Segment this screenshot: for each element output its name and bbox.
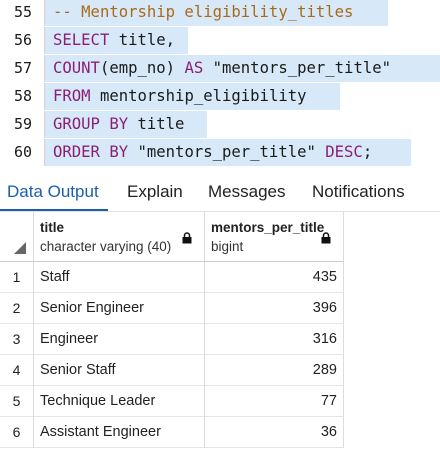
sql-comment: -- Mentorship eligibility_titles xyxy=(53,3,354,21)
cell-title[interactable]: Staff xyxy=(34,262,205,293)
column-name: title xyxy=(40,220,65,235)
sql-keyword: GROUP BY xyxy=(53,115,129,133)
cell-mentors-per-title[interactable]: 289 xyxy=(205,355,344,386)
line-number: 55 xyxy=(0,0,44,26)
row-number[interactable]: 3 xyxy=(0,324,34,355)
result-tabs: Data Output Explain Messages Notificatio… xyxy=(0,170,440,212)
code-line[interactable]: SELECT title, xyxy=(45,27,188,54)
code-line[interactable]: GROUP BY title xyxy=(45,111,207,138)
sql-keyword: SELECT xyxy=(53,31,110,49)
row-number[interactable]: 2 xyxy=(0,293,34,324)
column-name: mentors_per_title xyxy=(211,220,325,235)
line-number: 60 xyxy=(0,139,44,166)
tab-data-output[interactable]: Data Output xyxy=(7,182,99,202)
code-line[interactable]: FROM mentorship_eligibility xyxy=(45,83,340,110)
row-number[interactable]: 6 xyxy=(0,417,34,448)
sql-text: mentorship_eligibility xyxy=(90,87,307,105)
sql-text: (emp_no) xyxy=(99,59,185,77)
sql-string: "mentors_per_title" xyxy=(128,143,326,161)
table-row[interactable]: 2 Senior Engineer 396 xyxy=(0,293,344,324)
sql-function: COUNT xyxy=(53,59,100,77)
column-type: character varying (40) xyxy=(40,239,172,254)
code-line[interactable]: COUNT(emp_no) AS "mentors_per_title" xyxy=(45,55,440,82)
code-line[interactable]: -- Mentorship eligibility_titles xyxy=(45,0,388,26)
line-number: 59 xyxy=(0,111,44,138)
results-grid: title character varying (40) mentors_per… xyxy=(0,212,440,454)
lock-icon xyxy=(321,232,331,244)
sql-editor[interactable]: 55 -- Mentorship eligibility_titles 56 S… xyxy=(0,0,440,170)
column-header-mentors-per-title[interactable]: mentors_per_title bigint xyxy=(205,212,344,262)
cell-title[interactable]: Senior Engineer xyxy=(34,293,205,324)
cell-mentors-per-title[interactable]: 316 xyxy=(205,324,344,355)
sql-keyword: AS xyxy=(184,59,204,77)
table-row[interactable]: 1 Staff 435 xyxy=(0,262,344,293)
cell-mentors-per-title[interactable]: 77 xyxy=(205,386,344,417)
row-number[interactable]: 4 xyxy=(0,355,34,386)
cell-title[interactable]: Technique Leader xyxy=(34,386,205,417)
editor-line[interactable]: 57 COUNT(emp_no) AS "mentors_per_title" xyxy=(0,55,440,82)
editor-line[interactable]: 60 ORDER BY "mentors_per_title" DESC; xyxy=(0,139,440,166)
select-all-icon xyxy=(14,242,26,254)
editor-line[interactable]: 55 -- Mentorship eligibility_titles xyxy=(0,0,440,26)
cell-title[interactable]: Senior Staff xyxy=(34,355,205,386)
editor-line[interactable]: 56 SELECT title, xyxy=(0,27,440,54)
table-row[interactable]: 3 Engineer 316 xyxy=(0,324,344,355)
sql-text: title xyxy=(128,115,185,133)
editor-line[interactable]: 59 GROUP BY title xyxy=(0,111,440,138)
table-row[interactable]: 4 Senior Staff 289 xyxy=(0,355,344,386)
row-number[interactable]: 5 xyxy=(0,386,34,417)
column-type: bigint xyxy=(211,239,244,254)
sql-string: "mentors_per_title" xyxy=(203,59,391,77)
lock-icon xyxy=(182,232,192,244)
column-header-title[interactable]: title character varying (40) xyxy=(34,212,205,262)
tab-notifications[interactable]: Notifications xyxy=(312,182,405,202)
cell-title[interactable]: Engineer xyxy=(34,324,205,355)
cell-mentors-per-title[interactable]: 396 xyxy=(205,293,344,324)
table-row[interactable]: 5 Technique Leader 77 xyxy=(0,386,344,417)
editor-line[interactable]: 58 FROM mentorship_eligibility xyxy=(0,83,440,110)
cell-mentors-per-title[interactable]: 435 xyxy=(205,262,344,293)
line-number: 57 xyxy=(0,55,44,82)
tab-messages[interactable]: Messages xyxy=(208,182,285,202)
cell-mentors-per-title[interactable]: 36 xyxy=(205,417,344,448)
code-line[interactable]: ORDER BY "mentors_per_title" DESC; xyxy=(45,139,411,166)
sql-text: ; xyxy=(362,143,373,161)
sql-text: title, xyxy=(109,31,176,49)
cell-title[interactable]: Assistant Engineer xyxy=(34,417,205,448)
table-row[interactable]: 6 Assistant Engineer 36 xyxy=(0,417,344,448)
select-all-corner[interactable] xyxy=(0,212,34,262)
row-number[interactable]: 1 xyxy=(0,262,34,293)
sql-keyword: ORDER BY xyxy=(53,143,129,161)
sql-keyword: FROM xyxy=(53,87,91,105)
line-number: 58 xyxy=(0,83,44,110)
tab-explain[interactable]: Explain xyxy=(127,182,183,202)
line-number: 56 xyxy=(0,27,44,54)
sql-keyword: DESC xyxy=(325,143,363,161)
